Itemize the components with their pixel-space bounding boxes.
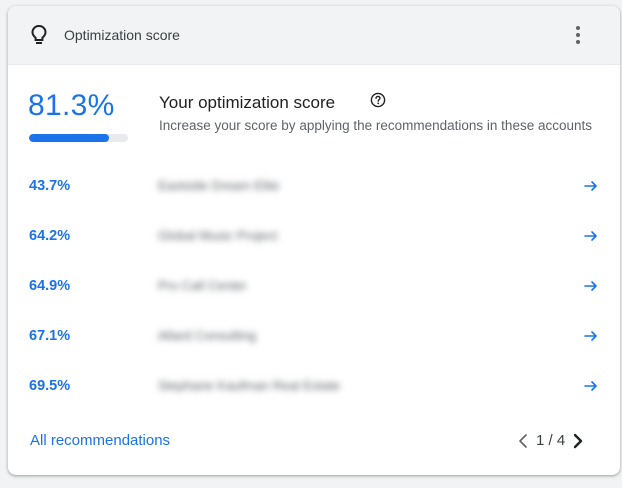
account-name: Eastside Dream Elite [158, 178, 280, 193]
arrow-right-icon[interactable] [583, 178, 599, 194]
chevron-right-icon[interactable] [571, 433, 585, 449]
account-row[interactable]: 43.7% Eastside Dream Elite [8, 177, 620, 227]
score-progress-bar [29, 134, 128, 142]
account-row[interactable]: 67.1% Allard Consulting [8, 327, 620, 377]
account-name: Stephane Kaufman Real Estate [158, 378, 341, 393]
card-title: Optimization score [64, 27, 180, 43]
account-score: 64.2% [29, 228, 71, 244]
arrow-right-icon[interactable] [583, 328, 599, 344]
account-score: 64.9% [29, 278, 71, 294]
more-vert-icon[interactable] [568, 22, 588, 48]
pagination: 1 / 4 [516, 431, 585, 451]
account-score: 43.7% [29, 178, 71, 194]
account-score: 69.5% [29, 378, 71, 394]
account-row[interactable]: 64.2% Global Music Project [8, 227, 620, 277]
score-description: Increase your score by applying the reco… [159, 118, 592, 133]
chevron-left-icon[interactable] [516, 433, 530, 449]
help-icon[interactable] [370, 92, 386, 108]
score-heading: Your optimization score [159, 93, 336, 112]
score-progress-fill [29, 134, 110, 142]
arrow-right-icon[interactable] [583, 378, 599, 394]
lightbulb-icon [31, 24, 47, 44]
card-header: Optimization score [8, 6, 620, 65]
account-name: Global Music Project [158, 228, 278, 243]
page-indicator: 1 / 4 [536, 432, 566, 449]
account-name: Pro Call Center [158, 278, 247, 293]
optimization-score-card: Optimization score 81.3% Your optimizati… [8, 6, 620, 475]
account-score: 67.1% [29, 328, 71, 344]
account-name: Allard Consulting [158, 328, 257, 343]
account-row[interactable]: 69.5% Stephane Kaufman Real Estate [8, 377, 620, 427]
account-row[interactable]: 64.9% Pro Call Center [8, 277, 620, 327]
arrow-right-icon[interactable] [583, 228, 599, 244]
overall-score: 81.3% [28, 89, 115, 122]
all-recommendations-link[interactable]: All recommendations [30, 431, 170, 451]
arrow-right-icon[interactable] [583, 278, 599, 294]
